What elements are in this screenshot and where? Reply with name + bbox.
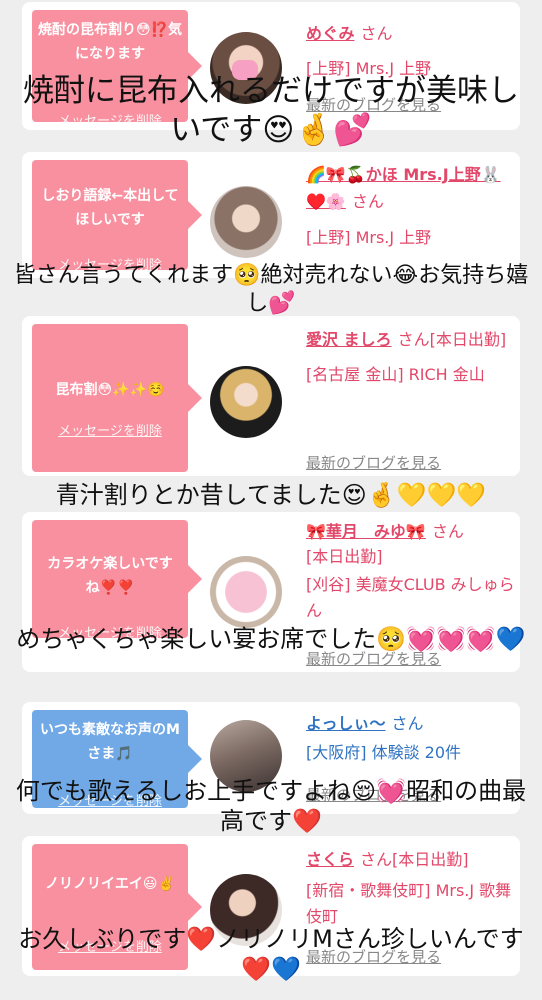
- latest-blog-link[interactable]: 最新のブログを見る: [306, 452, 441, 473]
- honorific: さん: [391, 714, 424, 733]
- shop-info: [上野] Mrs.J 上野: [306, 228, 432, 247]
- shop-info: [刈谷] 美魔女CLUB みしゅらん: [306, 575, 515, 620]
- message-card: 昆布割😳✨✨☺️ メッセージを削除 愛沢 ましろ さん[本日出勤] [名古屋 金山…: [22, 316, 520, 476]
- avatar[interactable]: [210, 186, 282, 258]
- profile-info: さくら さん[本日出勤] [新宿・歌舞伎町] Mrs.J 歌舞伎町: [306, 846, 516, 930]
- honorific: さん: [360, 24, 393, 43]
- honorific: さん[本日出勤]: [397, 330, 507, 349]
- message-card: しおり語録←本出してほしいです メッセージを削除 🌈🎀🍒かほ Mrs.J上野🐰♥…: [22, 152, 520, 278]
- caption-overlay: お久しぶりです❤️ノリノリMさん珍しいんです❤️💙: [18, 925, 524, 983]
- message-text: 焼酎の昆布割り😳⁉️気になります: [37, 22, 183, 62]
- message-bubble: 昆布割😳✨✨☺️ メッセージを削除: [32, 324, 202, 472]
- profile-name-link[interactable]: めぐみ: [306, 24, 354, 43]
- honorific: さん: [431, 522, 464, 541]
- caption-overlay: 何でも歌えるしお上手ですよね😌💓昭和の曲最高です❤️: [15, 777, 527, 835]
- profile-name-link[interactable]: よっしぃ〜: [306, 714, 386, 733]
- profile-info: よっしぃ〜 さん [大阪府] 体験談 20件: [306, 710, 516, 766]
- profile-name-link[interactable]: 愛沢 ましろ: [306, 330, 392, 349]
- review-info: [大阪府] 体験談 20件: [306, 743, 462, 762]
- profile-info: 愛沢 ましろ さん[本日出勤] [名古屋 金山] RICH 金山: [306, 326, 516, 388]
- message-text: 昆布割😳✨✨☺️: [55, 382, 165, 398]
- caption-overlay: めちゃくちゃ楽しい宴お席でした🥺💓💓💓💙: [16, 625, 526, 653]
- profile-info: 🌈🎀🍒かほ Mrs.J上野🐰♥️🌸 さん [上野] Mrs.J 上野: [306, 162, 516, 251]
- avatar[interactable]: [210, 556, 282, 628]
- caption-overlay: 皆さん言うてくれます🥺絶対売れない😂お気持ち嬉し💕: [13, 263, 529, 316]
- message-text: ノリノリイエイ😃✌️: [45, 876, 175, 892]
- profile-name-link[interactable]: 🎀華月 みゆ🎀: [306, 522, 426, 541]
- message-text: カラオケ楽しいですね❣️❣️: [47, 556, 173, 596]
- message-bubble: しおり語録←本出してほしいです メッセージを削除: [32, 160, 202, 273]
- profile-info: 🎀華月 みゆ🎀 さん [本日出勤] [刈谷] 美魔女CLUB みしゅらん: [306, 518, 516, 624]
- status-badge: [本日出勤]: [306, 547, 383, 566]
- profile-name-link[interactable]: さくら: [306, 850, 354, 869]
- profile-name-link[interactable]: 🌈🎀🍒かほ Mrs.J上野🐰♥️🌸: [306, 165, 501, 211]
- caption-overlay: 青汁割りとか昔してました😍🤞💛💛💛: [55, 481, 487, 509]
- avatar[interactable]: [210, 366, 282, 438]
- caption-overlay: 焼酎に昆布入れるだけですが美味しいです😍🤞💕: [23, 73, 519, 148]
- shop-info: [新宿・歌舞伎町] Mrs.J 歌舞伎町: [306, 881, 512, 926]
- honorific: さん[本日出勤]: [360, 850, 469, 869]
- delete-message-link[interactable]: メッセージを削除: [32, 420, 188, 439]
- shop-info: [名古屋 金山] RICH 金山: [306, 365, 485, 384]
- message-text: いつも素敵なお声のMさま🎵: [40, 722, 180, 762]
- honorific: さん: [351, 192, 384, 211]
- message-bubble: カラオケ楽しいですね❣️❣️ メッセージを削除: [32, 520, 202, 641]
- message-text: しおり語録←本出してほしいです: [41, 188, 179, 228]
